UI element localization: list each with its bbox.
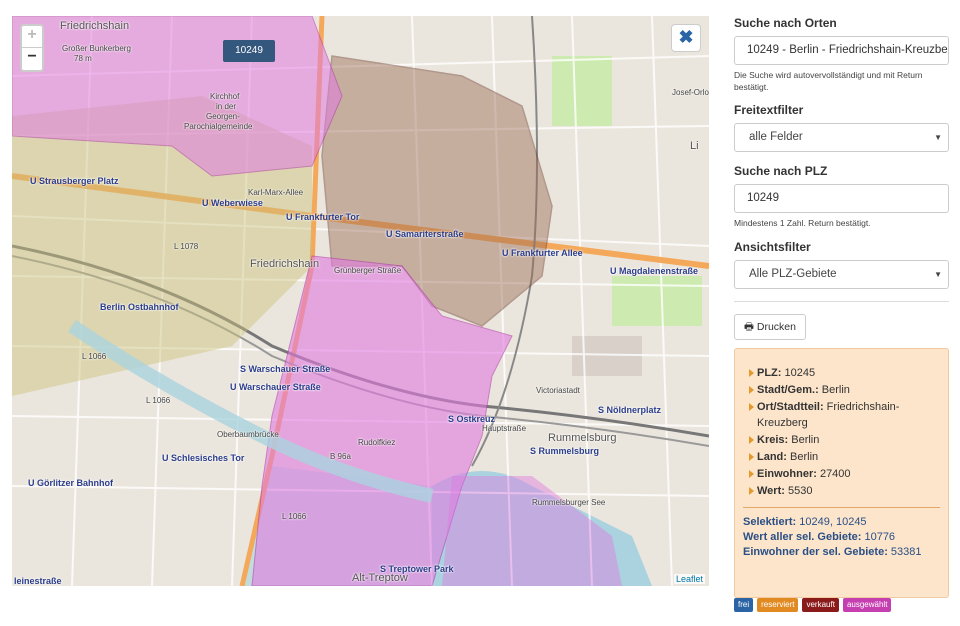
map-label: Georgen- (206, 112, 240, 121)
filter-panel: Suche nach Orten 10249 - Berlin - Friedr… (734, 16, 949, 598)
map-label: U Magdalenenstraße (610, 266, 699, 276)
map-label: 78 m (74, 54, 92, 63)
badge-reserviert: reserviert (757, 598, 799, 612)
map-label: Berlin Ostbahnhof (100, 302, 179, 312)
map-label: Alt-Treptow (352, 572, 408, 584)
zoom-control: + − (20, 24, 44, 72)
map-label: Großer Bunkerberg (62, 44, 131, 53)
view-filter-value: Alle PLZ-Gebiete (749, 268, 837, 280)
view-filter-select[interactable]: Alle PLZ-Gebiete ▼ (734, 260, 949, 289)
zoom-out-button[interactable]: − (22, 48, 42, 70)
map-label: Victoriastadt (536, 386, 580, 395)
map-label: Parochialgemeinde (184, 122, 253, 131)
map-label: L 1066 (82, 352, 107, 361)
map-label: Hauptstraße (482, 424, 527, 433)
info-kreis: Kreis: Berlin (743, 432, 940, 448)
map-label: Friedrichshain (60, 20, 130, 32)
search-plz-help: Mindestens 1 Zahl. Return bestätigt. (734, 218, 871, 228)
status-legend: frei reserviert verkauft ausgewählt (734, 598, 892, 612)
map-label: U Görlitzer Bahnhof (28, 478, 113, 488)
map-label: Rummelsburger See (532, 498, 606, 507)
search-places-help: Die Suche wird autovervollständigt und m… (734, 70, 923, 92)
freetext-filter-value: alle Felder (749, 131, 803, 143)
map-label: L 1066 (146, 396, 171, 405)
map-label: S Nöldnerplatz (598, 405, 662, 415)
map-label: S Warschauer Straße (240, 364, 331, 374)
map-label: S Ostkreuz (448, 414, 496, 424)
freetext-filter-select[interactable]: alle Felder ▼ (734, 123, 949, 152)
info-plz: PLZ: 10245 (743, 365, 940, 381)
info-ort: Ort/Stadtteil: Friedrichshain-Kreuzberg (743, 399, 940, 431)
search-places-label: Suche nach Orten (734, 16, 837, 30)
map-label: L 1066 (282, 512, 307, 521)
close-icon[interactable]: ✖ (671, 24, 701, 52)
map-label: Josef-Orlo (672, 88, 709, 97)
map-label: Kirchhof (210, 92, 240, 101)
plz-tooltip: 10249 (223, 40, 275, 62)
map-label: U Strausberger Platz (30, 176, 119, 186)
search-plz-input[interactable]: 10249 (734, 184, 949, 213)
print-button-label: Drucken (756, 321, 796, 333)
area-info-box: PLZ: 10245 Stadt/Gem.: Berlin Ort/Stadtt… (734, 348, 949, 598)
map-label: Friedrichshain (250, 258, 320, 270)
zoom-in-button[interactable]: + (22, 26, 42, 48)
map-label: U Samariterstraße (386, 229, 464, 239)
map-label: U Schlesisches Tor (162, 453, 245, 463)
map-label: leinestraße (14, 576, 62, 586)
map-label: U Frankfurter Allee (502, 248, 583, 258)
info-wert-aller: Wert aller sel. Gebiete: 10776 (743, 531, 896, 543)
map-label: U Weberwiese (202, 198, 263, 208)
info-stadt: Stadt/Gem.: Berlin (743, 382, 940, 398)
freetext-filter-label: Freitextfilter (734, 103, 804, 117)
badge-verkauft: verkauft (802, 598, 839, 612)
caret-down-icon: ▼ (934, 270, 942, 279)
badge-ausgewaehlt: ausgewählt (842, 598, 892, 612)
map-label: Oberbaumbrücke (217, 430, 279, 439)
badge-frei: frei (734, 598, 754, 612)
view-filter-label: Ansichtsfilter (734, 240, 811, 254)
map-label: Rudolfkiez (358, 438, 396, 447)
divider (743, 507, 940, 508)
info-einwohner: Einwohner: 27400 (743, 466, 940, 482)
map-label: in der (216, 102, 237, 111)
map-label: U Frankfurter Tor (286, 212, 360, 222)
printer-icon: 🖶 (744, 321, 754, 333)
print-button[interactable]: 🖶 Drucken (734, 314, 806, 340)
info-selektiert: Selektiert: 10249, 10245 (743, 516, 867, 528)
map-label: L 1078 (174, 242, 199, 251)
leaflet-attribution-link[interactable]: Leaflet (673, 574, 705, 584)
map-label: Rummelsburg (548, 432, 617, 444)
map-label: B 96a (330, 452, 351, 461)
divider (734, 301, 949, 302)
map-label: Karl-Marx-Allee (248, 188, 304, 197)
info-wert: Wert: 5530 (743, 483, 940, 499)
map-label: S Rummelsburg (530, 446, 600, 456)
info-einwohner-sel: Einwohner der sel. Gebiete: 53381 (743, 546, 922, 558)
caret-down-icon: ▼ (934, 133, 942, 142)
map-view[interactable]: Friedrichshain Großer Bunkerberg 78 m Ki… (12, 16, 709, 586)
map-label: Li (690, 140, 699, 152)
map-label: Grünberger Straße (334, 266, 402, 275)
search-plz-label: Suche nach PLZ (734, 164, 828, 178)
map-label: U Warschauer Straße (230, 382, 321, 392)
search-places-input[interactable]: 10249 - Berlin - Friedrichshain-Kreuzber… (734, 36, 949, 65)
info-land: Land: Berlin (743, 449, 940, 465)
